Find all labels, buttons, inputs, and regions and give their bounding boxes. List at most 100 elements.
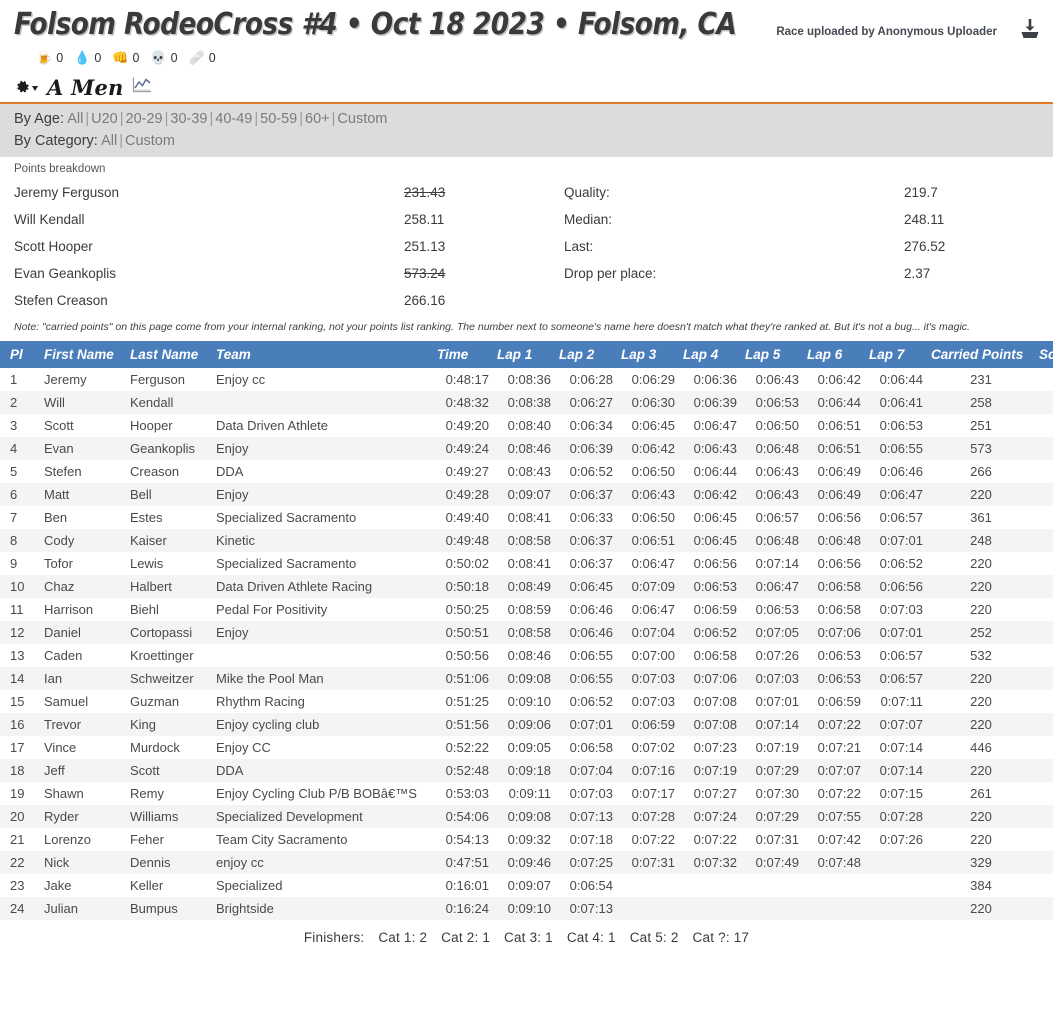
table-row[interactable]: 5StefenCreasonDDA0:49:270:08:430:06:520:… (0, 460, 1053, 483)
table-row[interactable]: 3ScottHooperData Driven Athlete0:49:200:… (0, 414, 1053, 437)
col-header-lap-2[interactable]: Lap 2 (555, 341, 617, 368)
col-header-lap-4[interactable]: Lap 4 (679, 341, 741, 368)
col-header-team[interactable]: Team (212, 341, 433, 368)
col-header-last-name[interactable]: Last Name (126, 341, 212, 368)
cell-last-name[interactable]: Cortopassi (126, 621, 212, 644)
cell-last-name[interactable]: Feher (126, 828, 212, 851)
cell-first-name[interactable]: Matt (40, 483, 126, 506)
cell-first-name[interactable]: Harrison (40, 598, 126, 621)
cell-team[interactable]: DDA (212, 759, 433, 782)
cell-first-name[interactable]: Lorenzo (40, 828, 126, 851)
cell-last-name[interactable]: Geankoplis (126, 437, 212, 460)
cell-last-name[interactable]: Scott (126, 759, 212, 782)
cell-first-name[interactable]: Evan (40, 437, 126, 460)
table-row[interactable]: 8CodyKaiserKinetic0:49:480:08:580:06:370… (0, 529, 1053, 552)
table-row[interactable]: 23JakeKellerSpecialized0:16:010:09:070:0… (0, 874, 1053, 897)
cell-last-name[interactable]: Kendall (126, 391, 212, 414)
filter-age-30-39[interactable]: 30-39 (170, 111, 207, 127)
filter-age-20-29[interactable]: 20-29 (126, 111, 163, 127)
col-header-lap-1[interactable]: Lap 1 (493, 341, 555, 368)
cell-team[interactable]: Specialized (212, 874, 433, 897)
cell-last-name[interactable]: Biehl (126, 598, 212, 621)
cell-first-name[interactable]: Jeremy (40, 368, 126, 391)
cell-first-name[interactable]: Scott (40, 414, 126, 437)
cell-team[interactable]: Enjoy (212, 437, 433, 460)
cell-last-name[interactable]: Bumpus (126, 897, 212, 920)
fist-bump-icon[interactable]: 👊 (112, 52, 128, 65)
cell-team[interactable]: Pedal For Positivity (212, 598, 433, 621)
table-row[interactable]: 24JulianBumpusBrightside0:16:240:09:100:… (0, 897, 1053, 920)
col-header-first-name[interactable]: First Name (40, 341, 126, 368)
cell-last-name[interactable]: Creason (126, 460, 212, 483)
col-header-time[interactable]: Time (433, 341, 493, 368)
cell-team[interactable]: Data Driven Athlete (212, 414, 433, 437)
cell-first-name[interactable]: Cody (40, 529, 126, 552)
cell-team[interactable]: Specialized Sacramento (212, 506, 433, 529)
cell-last-name[interactable]: Kroettinger (126, 644, 212, 667)
cell-first-name[interactable]: Tofor (40, 552, 126, 575)
cell-last-name[interactable]: King (126, 713, 212, 736)
cell-last-name[interactable]: Keller (126, 874, 212, 897)
cell-team[interactable]: Specialized Sacramento (212, 552, 433, 575)
cell-first-name[interactable]: Daniel (40, 621, 126, 644)
cell-team[interactable]: Enjoy cc (212, 368, 433, 391)
cell-last-name[interactable]: Dennis (126, 851, 212, 874)
cell-team[interactable]: Data Driven Athlete Racing (212, 575, 433, 598)
cell-last-name[interactable]: Kaiser (126, 529, 212, 552)
skull-icon[interactable]: 💀 (150, 52, 166, 65)
cell-last-name[interactable]: Halbert (126, 575, 212, 598)
cell-first-name[interactable]: Trevor (40, 713, 126, 736)
cell-first-name[interactable]: Nick (40, 851, 126, 874)
col-header-lap-3[interactable]: Lap 3 (617, 341, 679, 368)
filter-age-custom[interactable]: Custom (337, 111, 387, 127)
cell-first-name[interactable]: Ben (40, 506, 126, 529)
beer-mug-icon[interactable]: 🍺 (36, 52, 52, 65)
download-tray-icon[interactable] (1019, 18, 1041, 45)
cell-last-name[interactable]: Guzman (126, 690, 212, 713)
cell-first-name[interactable]: Jake (40, 874, 126, 897)
cell-team[interactable]: Brightside (212, 897, 433, 920)
table-row[interactable]: 4EvanGeankoplisEnjoy0:49:240:08:460:06:3… (0, 437, 1053, 460)
table-row[interactable]: 11HarrisonBiehlPedal For Positivity0:50:… (0, 598, 1053, 621)
table-row[interactable]: 13CadenKroettinger0:50:560:08:460:06:550… (0, 644, 1053, 667)
table-row[interactable]: 15SamuelGuzmanRhythm Racing0:51:250:09:1… (0, 690, 1053, 713)
gear-settings-button[interactable] (14, 79, 38, 96)
table-row[interactable]: 22NickDennisenjoy cc0:47:510:09:460:07:2… (0, 851, 1053, 874)
table-row[interactable]: 2WillKendall0:48:320:08:380:06:270:06:30… (0, 391, 1053, 414)
col-header-lap-7[interactable]: Lap 7 (865, 341, 927, 368)
cell-team[interactable]: Enjoy (212, 483, 433, 506)
cell-first-name[interactable]: Ian (40, 667, 126, 690)
cell-last-name[interactable]: Lewis (126, 552, 212, 575)
filter-category-custom[interactable]: Custom (125, 133, 175, 149)
cell-last-name[interactable]: Schweitzer (126, 667, 212, 690)
table-row[interactable]: 9ToforLewisSpecialized Sacramento0:50:02… (0, 552, 1053, 575)
col-header-lap-5[interactable]: Lap 5 (741, 341, 803, 368)
table-row[interactable]: 12DanielCortopassiEnjoy0:50:510:08:580:0… (0, 621, 1053, 644)
filter-age-40-49[interactable]: 40-49 (215, 111, 252, 127)
table-row[interactable]: 1JeremyFergusonEnjoy cc0:48:170:08:360:0… (0, 368, 1053, 391)
table-row[interactable]: 16TrevorKingEnjoy cycling club0:51:560:0… (0, 713, 1053, 736)
table-row[interactable]: 20RyderWilliamsSpecialized Development0:… (0, 805, 1053, 828)
cell-team[interactable]: Enjoy Cycling Club P/B BOBâ€™S (212, 782, 433, 805)
cell-first-name[interactable]: Caden (40, 644, 126, 667)
col-header-scored-points[interactable]: Scored Points (1035, 341, 1053, 368)
cell-team[interactable]: Specialized Development (212, 805, 433, 828)
cell-last-name[interactable]: Estes (126, 506, 212, 529)
cell-first-name[interactable]: Julian (40, 897, 126, 920)
cell-last-name[interactable]: Ferguson (126, 368, 212, 391)
cell-last-name[interactable]: Remy (126, 782, 212, 805)
cell-last-name[interactable]: Williams (126, 805, 212, 828)
col-header-carried-points[interactable]: Carried Points (927, 341, 1035, 368)
cell-team[interactable]: DDA (212, 460, 433, 483)
filter-category-all[interactable]: All (101, 133, 117, 149)
bandage-icon[interactable]: 🩹 (189, 52, 205, 65)
filter-age-60plus[interactable]: 60+ (305, 111, 330, 127)
cell-last-name[interactable]: Murdock (126, 736, 212, 759)
table-row[interactable]: 19ShawnRemyEnjoy Cycling Club P/B BOBâ€™… (0, 782, 1053, 805)
cell-team[interactable]: Team City Sacramento (212, 828, 433, 851)
cell-first-name[interactable]: Samuel (40, 690, 126, 713)
filter-age-u20[interactable]: U20 (91, 111, 118, 127)
table-row[interactable]: 17VinceMurdockEnjoy CC0:52:220:09:050:06… (0, 736, 1053, 759)
filter-age-all[interactable]: All (67, 111, 83, 127)
droplet-icon[interactable]: 💧 (74, 52, 90, 65)
